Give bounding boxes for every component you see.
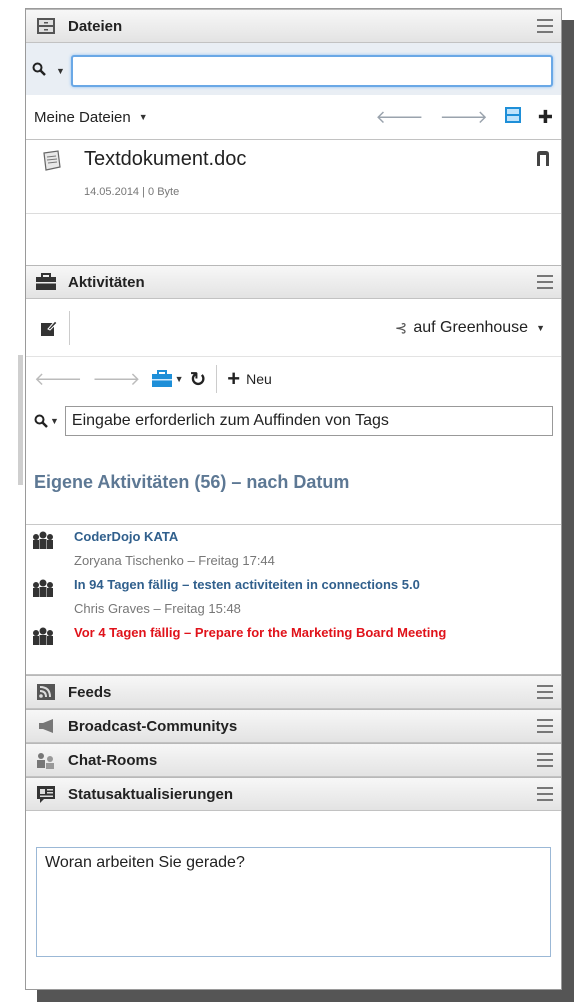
file-cabinet-icon bbox=[34, 16, 58, 36]
broadcast-panel-menu-icon[interactable] bbox=[537, 719, 553, 733]
file-cabinet-toggle-icon[interactable] bbox=[504, 106, 522, 129]
lock-share-icon[interactable] bbox=[535, 150, 551, 168]
connections-icon: ⊰ bbox=[394, 319, 408, 337]
activities-tag-search-input[interactable] bbox=[64, 406, 553, 436]
list-item[interactable]: Textdokument.doc 14.05.2014 | 0 Byte bbox=[26, 140, 561, 214]
group-people-icon bbox=[32, 627, 54, 645]
back-arrow-icon[interactable]: 🡐 bbox=[375, 107, 423, 128]
feeds-panel-header[interactable]: Feeds bbox=[26, 675, 561, 709]
sidebar-panel-stack: Dateien ▼ Meine Dateien ▼ 🡐 🡒 ✚ Textdoku… bbox=[25, 8, 562, 990]
new-activity-button[interactable]: + Neu bbox=[227, 366, 272, 392]
list-item[interactable]: Vor 4 Tagen fällig – Prepare for the Mar… bbox=[26, 621, 561, 669]
status-panel-title: Statusaktualisierungen bbox=[68, 785, 234, 803]
chat-panel-header[interactable]: Chat-Rooms bbox=[26, 743, 561, 777]
list-item[interactable]: In 94 Tagen fällig – testen activiteiten… bbox=[26, 573, 561, 621]
search-icon[interactable]: ▼ bbox=[34, 414, 59, 428]
refresh-icon[interactable]: ↻ bbox=[189, 367, 206, 392]
files-search-input[interactable] bbox=[70, 55, 553, 87]
activity-title-link[interactable]: In 94 Tagen fällig – testen activiteiten… bbox=[74, 577, 420, 592]
chevron-down-icon: ▼ bbox=[174, 374, 184, 384]
activities-toolbar-top: ⊰ auf Greenhouse ▼ bbox=[26, 299, 561, 357]
activities-list-heading: Eigene Aktivitäten (56) – nach Datum bbox=[26, 441, 561, 525]
list-item[interactable]: CoderDojo KATA Zoryana Tischenko – Freit… bbox=[26, 525, 561, 573]
file-list: Textdokument.doc 14.05.2014 | 0 Byte bbox=[26, 139, 561, 265]
broadcast-panel-header[interactable]: Broadcast-Communitys bbox=[26, 709, 561, 743]
greenhouse-label: auf Greenhouse bbox=[413, 318, 529, 336]
activities-panel-menu-icon[interactable] bbox=[537, 275, 553, 289]
chat-people-icon bbox=[34, 750, 58, 770]
search-icon[interactable] bbox=[32, 62, 54, 80]
edit-icon[interactable] bbox=[36, 310, 70, 345]
megaphone-icon bbox=[34, 716, 58, 736]
status-update-area: Woran arbeiten Sie gerade? bbox=[26, 811, 561, 962]
back-arrow-icon[interactable]: 🡐 bbox=[34, 369, 82, 390]
plus-icon: + bbox=[227, 366, 241, 391]
divider bbox=[216, 365, 218, 393]
broadcast-panel-title: Broadcast-Communitys bbox=[68, 717, 238, 735]
window-edge bbox=[18, 355, 23, 485]
chat-panel-menu-icon[interactable] bbox=[537, 753, 553, 767]
forward-arrow-icon[interactable]: 🡒 bbox=[92, 369, 140, 390]
status-panel-header[interactable]: Statusaktualisierungen bbox=[26, 777, 561, 811]
feeds-panel-title: Feeds bbox=[68, 683, 112, 701]
files-panel-menu-icon[interactable] bbox=[537, 19, 553, 33]
activity-title-link[interactable]: CoderDojo KATA bbox=[74, 529, 178, 544]
briefcase-icon bbox=[151, 370, 172, 387]
activity-meta: Zoryana Tischenko – Freitag 17:44 bbox=[74, 553, 275, 568]
activities-search-row: ▼ bbox=[26, 401, 561, 441]
file-meta: 14.05.2014 | 0 Byte bbox=[84, 186, 180, 198]
activities-panel-title: Aktivitäten bbox=[68, 273, 145, 291]
files-panel-title: Dateien bbox=[68, 17, 123, 35]
feeds-panel-menu-icon[interactable] bbox=[537, 685, 553, 699]
activities-view-dropdown[interactable]: ▼ bbox=[151, 370, 190, 388]
files-toolbar: Meine Dateien ▼ 🡐 🡒 ✚ bbox=[26, 95, 561, 139]
files-scope-dropdown[interactable]: Meine Dateien ▼ bbox=[34, 109, 359, 126]
files-scope-label: Meine Dateien bbox=[34, 108, 131, 126]
greenhouse-dropdown[interactable]: ⊰ auf Greenhouse ▼ bbox=[395, 319, 551, 337]
briefcase-icon bbox=[34, 272, 58, 292]
chevron-down-icon: ▼ bbox=[50, 416, 59, 426]
files-search-row: ▼ bbox=[26, 43, 561, 95]
files-panel-header[interactable]: Dateien bbox=[26, 9, 561, 43]
activities-toolbar-nav: 🡐 🡒 ▼ ↻ + Neu bbox=[26, 357, 561, 401]
chat-panel-title: Chat-Rooms bbox=[68, 751, 158, 769]
rss-feed-icon bbox=[34, 682, 58, 702]
add-file-icon[interactable]: ✚ bbox=[538, 107, 553, 128]
status-update-input[interactable]: Woran arbeiten Sie gerade? bbox=[36, 847, 551, 957]
activity-title-link[interactable]: Vor 4 Tagen fällig – Prepare for the Mar… bbox=[74, 625, 446, 640]
group-people-icon bbox=[32, 531, 54, 549]
chevron-down-icon: ▼ bbox=[138, 112, 148, 122]
status-panel-menu-icon[interactable] bbox=[537, 787, 553, 801]
chevron-down-icon: ▼ bbox=[536, 322, 545, 333]
search-scope-caret-icon[interactable]: ▼ bbox=[56, 66, 65, 76]
new-activity-label: Neu bbox=[246, 371, 272, 387]
forward-arrow-icon[interactable]: 🡒 bbox=[440, 107, 488, 128]
group-people-icon bbox=[32, 579, 54, 597]
activities-list: CoderDojo KATA Zoryana Tischenko – Freit… bbox=[26, 525, 561, 675]
status-card-icon bbox=[34, 784, 58, 804]
file-name-link[interactable]: Textdokument.doc bbox=[84, 148, 246, 171]
activity-meta: Chris Graves – Freitag 15:48 bbox=[74, 601, 241, 616]
activities-panel-header[interactable]: Aktivitäten bbox=[26, 265, 561, 299]
document-icon bbox=[40, 150, 64, 172]
